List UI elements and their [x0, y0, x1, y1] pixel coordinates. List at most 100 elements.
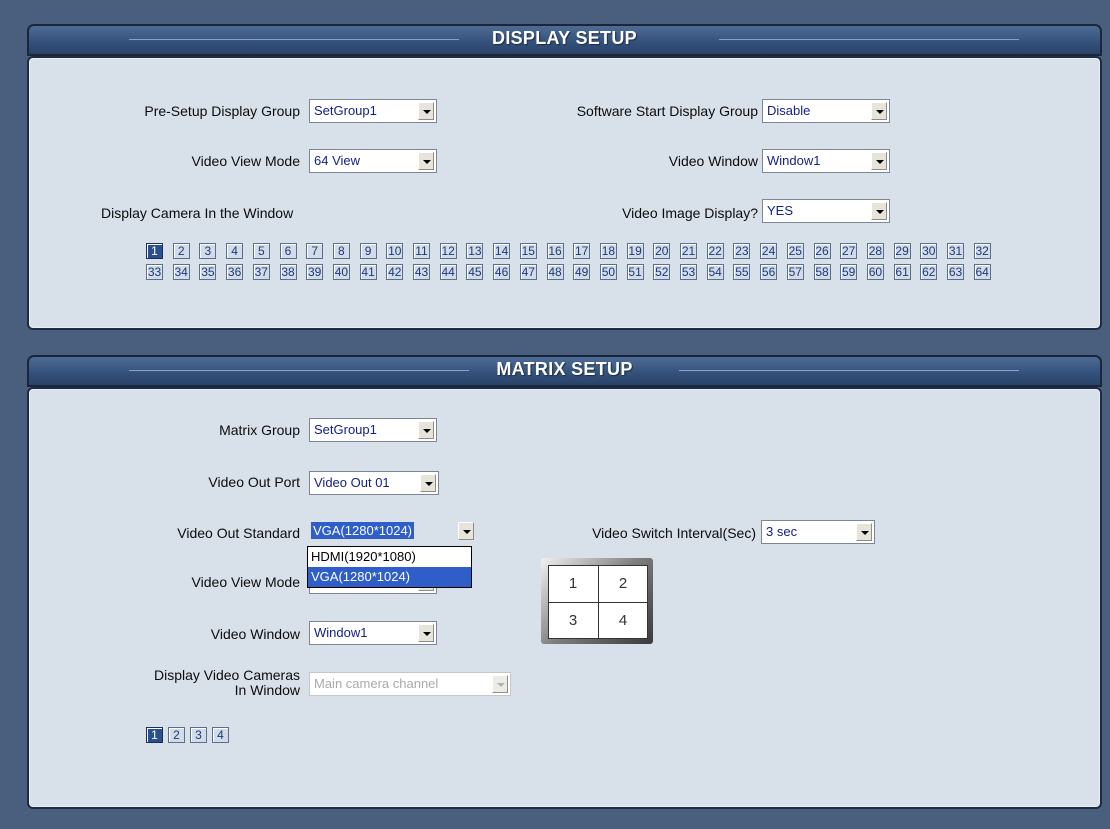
camera-button-26[interactable]: 26 — [813, 243, 831, 259]
camera-button-52[interactable]: 52 — [653, 264, 671, 280]
camera-button-4[interactable]: 4 — [212, 727, 229, 743]
chevron-down-icon[interactable] — [871, 152, 887, 170]
software-start-display-group-label: Software Start Display Group — [576, 103, 758, 119]
video-image-display-select[interactable]: YES — [762, 199, 890, 223]
video-view-mode-select[interactable]: 64 View — [309, 149, 437, 173]
quad-cell[interactable]: 1 — [549, 566, 597, 601]
camera-button-13[interactable]: 13 — [466, 243, 484, 259]
camera-button-2[interactable]: 2 — [168, 727, 185, 743]
software-start-display-group-select[interactable]: Disable — [762, 99, 890, 123]
quad-cell[interactable]: 3 — [549, 603, 597, 638]
camera-button-30[interactable]: 30 — [920, 243, 938, 259]
video-out-standard-select[interactable]: VGA(1280*1024) — [309, 520, 474, 544]
video-switch-interval-select[interactable]: 3 sec — [761, 520, 875, 544]
camera-button-58[interactable]: 58 — [813, 264, 831, 280]
video-window-select[interactable]: Window1 — [762, 149, 890, 173]
camera-button-22[interactable]: 22 — [706, 243, 724, 259]
camera-button-2[interactable]: 2 — [172, 243, 190, 259]
camera-button-35[interactable]: 35 — [199, 264, 217, 280]
camera-button-9[interactable]: 9 — [359, 243, 377, 259]
camera-button-64[interactable]: 64 — [973, 264, 991, 280]
camera-button-63[interactable]: 63 — [947, 264, 964, 280]
camera-button-24[interactable]: 24 — [760, 243, 778, 259]
quad-layout-preview: 1 2 3 4 — [541, 558, 653, 644]
video-out-port-select[interactable]: Video Out 01 — [309, 471, 439, 495]
camera-button-38[interactable]: 38 — [279, 264, 297, 280]
camera-button-34[interactable]: 34 — [172, 264, 190, 280]
camera-button-57[interactable]: 57 — [786, 264, 804, 280]
chevron-down-icon[interactable] — [492, 675, 508, 693]
camera-button-19[interactable]: 19 — [626, 243, 644, 259]
matrix-group-select[interactable]: SetGroup1 — [309, 418, 437, 442]
display-setup-title: DISPLAY SETUP — [492, 28, 637, 48]
camera-button-50[interactable]: 50 — [599, 264, 617, 280]
chevron-down-icon[interactable] — [871, 102, 887, 120]
camera-button-54[interactable]: 54 — [706, 264, 724, 280]
camera-button-29[interactable]: 29 — [893, 243, 911, 259]
camera-button-48[interactable]: 48 — [546, 264, 564, 280]
chevron-down-icon[interactable] — [458, 522, 474, 540]
camera-button-59[interactable]: 59 — [840, 264, 858, 280]
camera-button-21[interactable]: 21 — [680, 243, 697, 259]
camera-button-18[interactable]: 18 — [599, 243, 617, 259]
camera-button-31[interactable]: 31 — [947, 243, 964, 259]
quad-cell[interactable]: 4 — [599, 603, 647, 638]
camera-button-27[interactable]: 27 — [840, 243, 858, 259]
camera-button-45[interactable]: 45 — [466, 264, 484, 280]
camera-button-6[interactable]: 6 — [279, 243, 297, 259]
dropdown-option-vga[interactable]: VGA(1280*1024) — [308, 567, 471, 587]
camera-button-3[interactable]: 3 — [199, 243, 217, 259]
camera-button-61[interactable]: 61 — [893, 264, 911, 280]
pre-setup-display-group-select[interactable]: SetGroup1 — [309, 99, 437, 123]
matrix-video-window-select[interactable]: Window1 — [309, 621, 437, 645]
camera-button-37[interactable]: 37 — [252, 264, 270, 280]
camera-button-12[interactable]: 12 — [439, 243, 457, 259]
camera-button-14[interactable]: 14 — [493, 243, 511, 259]
camera-button-1[interactable]: 1 — [146, 243, 163, 259]
camera-button-20[interactable]: 20 — [653, 243, 671, 259]
camera-button-4[interactable]: 4 — [226, 243, 244, 259]
camera-button-33[interactable]: 33 — [146, 264, 163, 280]
camera-button-11[interactable]: 11 — [413, 243, 430, 259]
quad-cell[interactable]: 2 — [599, 566, 647, 601]
camera-button-15[interactable]: 15 — [519, 243, 537, 259]
camera-button-32[interactable]: 32 — [973, 243, 991, 259]
camera-button-25[interactable]: 25 — [786, 243, 804, 259]
chevron-down-icon[interactable] — [418, 102, 434, 120]
chevron-down-icon[interactable] — [871, 202, 887, 220]
camera-button-28[interactable]: 28 — [866, 243, 884, 259]
chevron-down-icon[interactable] — [420, 474, 436, 492]
camera-button-8[interactable]: 8 — [332, 243, 350, 259]
camera-button-7[interactable]: 7 — [306, 243, 324, 259]
camera-button-5[interactable]: 5 — [252, 243, 270, 259]
camera-button-53[interactable]: 53 — [680, 264, 697, 280]
camera-button-16[interactable]: 16 — [546, 243, 564, 259]
camera-button-39[interactable]: 39 — [306, 264, 324, 280]
camera-button-47[interactable]: 47 — [519, 264, 537, 280]
camera-button-46[interactable]: 46 — [493, 264, 511, 280]
camera-button-3[interactable]: 3 — [190, 727, 207, 743]
camera-button-1[interactable]: 1 — [146, 727, 163, 743]
camera-button-40[interactable]: 40 — [332, 264, 350, 280]
display-video-cameras-select[interactable]: Main camera channel — [309, 672, 511, 696]
dropdown-option-hdmi[interactable]: HDMI(1920*1080) — [308, 547, 471, 567]
camera-button-36[interactable]: 36 — [226, 264, 244, 280]
camera-button-60[interactable]: 60 — [866, 264, 884, 280]
camera-button-17[interactable]: 17 — [573, 243, 591, 259]
camera-button-56[interactable]: 56 — [760, 264, 778, 280]
chevron-down-icon[interactable] — [856, 523, 872, 541]
camera-button-42[interactable]: 42 — [386, 264, 404, 280]
chevron-down-icon[interactable] — [418, 421, 434, 439]
chevron-down-icon[interactable] — [418, 152, 434, 170]
camera-button-62[interactable]: 62 — [920, 264, 938, 280]
camera-button-41[interactable]: 41 — [359, 264, 377, 280]
camera-button-43[interactable]: 43 — [413, 264, 430, 280]
camera-button-55[interactable]: 55 — [733, 264, 751, 280]
chevron-down-icon[interactable] — [418, 624, 434, 642]
camera-button-23[interactable]: 23 — [733, 243, 751, 259]
camera-button-49[interactable]: 49 — [573, 264, 591, 280]
camera-button-51[interactable]: 51 — [626, 264, 644, 280]
camera-button-44[interactable]: 44 — [439, 264, 457, 280]
video-out-standard-dropdown[interactable]: HDMI(1920*1080) VGA(1280*1024) — [307, 546, 472, 588]
camera-button-10[interactable]: 10 — [386, 243, 404, 259]
